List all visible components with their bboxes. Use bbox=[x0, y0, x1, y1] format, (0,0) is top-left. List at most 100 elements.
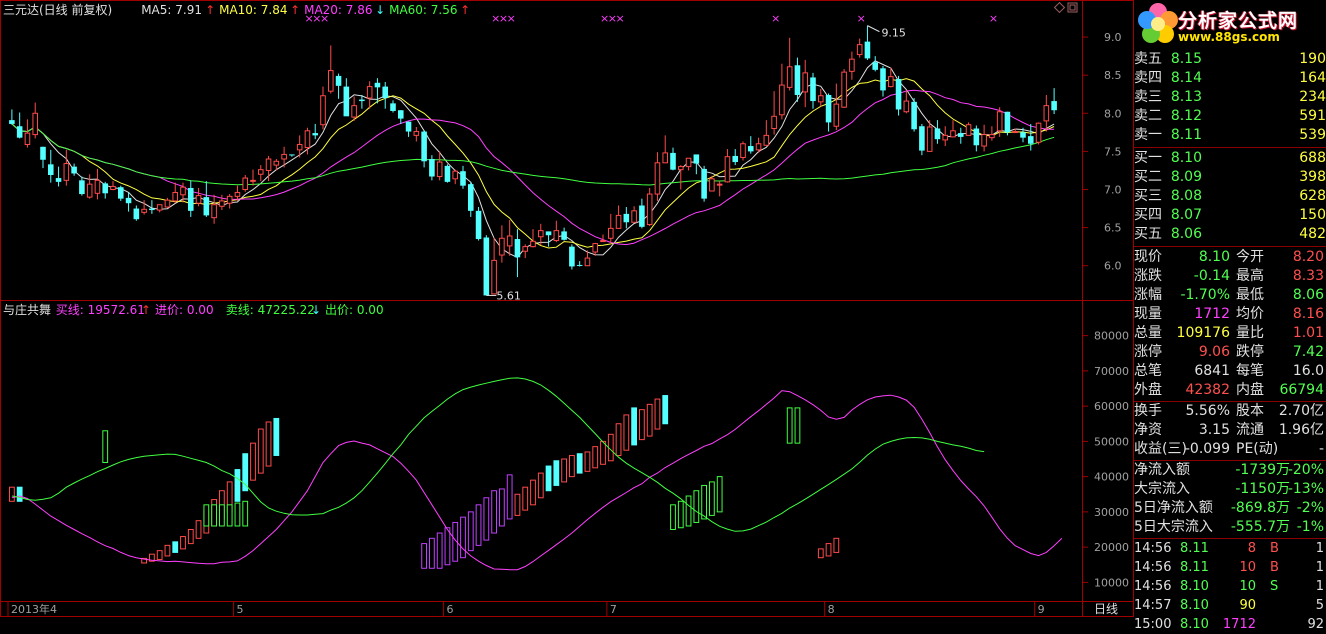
candle[interactable] bbox=[794, 57, 801, 102]
candle[interactable] bbox=[779, 63, 785, 120]
candle[interactable] bbox=[483, 235, 490, 296]
chart-canvas[interactable]: 9.0 8.5 8.0 7.5 7.0 6.5 6.0 80000 70000 60000 5000… bbox=[0, 0, 1134, 617]
candle[interactable] bbox=[312, 123, 319, 140]
candle[interactable] bbox=[864, 25, 871, 60]
candle[interactable] bbox=[71, 163, 77, 176]
candle[interactable] bbox=[242, 175, 249, 192]
candle[interactable] bbox=[397, 110, 404, 124]
candle[interactable] bbox=[195, 187, 202, 207]
candle[interactable] bbox=[9, 109, 15, 125]
candle[interactable] bbox=[211, 194, 217, 224]
candle[interactable] bbox=[343, 78, 350, 117]
candle[interactable] bbox=[250, 169, 256, 186]
candle[interactable] bbox=[436, 151, 443, 181]
candle[interactable] bbox=[639, 198, 645, 229]
candle[interactable] bbox=[55, 166, 62, 187]
candle[interactable] bbox=[117, 185, 124, 201]
candle[interactable] bbox=[817, 88, 824, 107]
candle[interactable] bbox=[421, 130, 427, 168]
candle[interactable] bbox=[320, 86, 326, 130]
candle[interactable] bbox=[965, 122, 972, 136]
candle[interactable] bbox=[957, 127, 964, 144]
candle[interactable] bbox=[219, 194, 225, 211]
candle[interactable] bbox=[203, 181, 210, 217]
candle[interactable] bbox=[187, 180, 194, 217]
diamond-icon[interactable] bbox=[1053, 1, 1066, 14]
candle[interactable] bbox=[701, 165, 707, 202]
candle[interactable] bbox=[740, 141, 746, 161]
candle[interactable] bbox=[950, 120, 956, 138]
candle[interactable] bbox=[911, 98, 917, 132]
candle[interactable] bbox=[382, 82, 389, 109]
candle[interactable] bbox=[522, 244, 529, 259]
candle[interactable] bbox=[771, 91, 777, 135]
candle[interactable] bbox=[390, 100, 396, 113]
candle[interactable] bbox=[429, 155, 435, 181]
candle[interactable] bbox=[880, 66, 886, 97]
candle[interactable] bbox=[841, 69, 847, 108]
candle[interactable] bbox=[942, 126, 949, 147]
candle[interactable] bbox=[156, 204, 163, 213]
candle[interactable] bbox=[32, 102, 39, 139]
candle[interactable] bbox=[226, 194, 233, 209]
candle[interactable] bbox=[553, 220, 560, 243]
candle[interactable] bbox=[125, 192, 132, 212]
candle[interactable] bbox=[989, 126, 995, 141]
candle[interactable] bbox=[257, 165, 264, 182]
candle[interactable] bbox=[63, 149, 70, 186]
candle[interactable] bbox=[872, 56, 879, 72]
candle[interactable] bbox=[810, 72, 816, 109]
candle[interactable] bbox=[607, 213, 614, 243]
candle[interactable] bbox=[685, 157, 692, 171]
candle[interactable] bbox=[366, 81, 373, 109]
candle[interactable] bbox=[763, 120, 770, 146]
candle[interactable] bbox=[786, 37, 793, 91]
candle[interactable] bbox=[94, 168, 101, 200]
candle[interactable] bbox=[895, 75, 902, 116]
candle[interactable] bbox=[724, 149, 731, 183]
candle[interactable] bbox=[444, 164, 451, 183]
candle[interactable] bbox=[351, 96, 357, 121]
candle[interactable] bbox=[677, 165, 684, 190]
candle[interactable] bbox=[747, 136, 754, 154]
candle[interactable] bbox=[631, 206, 637, 223]
candle[interactable] bbox=[670, 147, 676, 171]
candle[interactable] bbox=[600, 234, 606, 243]
candle[interactable] bbox=[499, 225, 505, 263]
candle[interactable] bbox=[1027, 123, 1034, 151]
candle[interactable] bbox=[102, 181, 109, 199]
candle[interactable] bbox=[491, 237, 497, 295]
candle[interactable] bbox=[460, 165, 466, 189]
candle[interactable] bbox=[856, 38, 863, 58]
candle[interactable] bbox=[405, 121, 412, 137]
candle[interactable] bbox=[934, 120, 941, 144]
candle[interactable] bbox=[903, 90, 910, 114]
candle[interactable] bbox=[40, 146, 46, 169]
candle[interactable] bbox=[1004, 111, 1011, 136]
candle[interactable] bbox=[654, 152, 661, 201]
candle[interactable] bbox=[327, 45, 334, 94]
candle[interactable] bbox=[24, 119, 31, 148]
candle[interactable] bbox=[825, 93, 832, 132]
candle[interactable] bbox=[849, 51, 855, 80]
candle[interactable] bbox=[467, 181, 474, 217]
candle[interactable] bbox=[86, 174, 93, 199]
candlesticks[interactable] bbox=[9, 25, 1057, 296]
candle[interactable] bbox=[1035, 122, 1042, 145]
candle[interactable] bbox=[802, 59, 809, 108]
candle[interactable] bbox=[1051, 88, 1057, 115]
candle[interactable] bbox=[981, 124, 987, 152]
candle[interactable] bbox=[289, 154, 295, 157]
candle[interactable] bbox=[545, 231, 552, 247]
candle[interactable] bbox=[47, 149, 54, 183]
candle[interactable] bbox=[1043, 94, 1050, 132]
candle[interactable] bbox=[530, 229, 536, 248]
candle[interactable] bbox=[452, 169, 459, 185]
candle[interactable] bbox=[732, 149, 739, 166]
candle[interactable] bbox=[16, 112, 23, 139]
candle[interactable] bbox=[623, 207, 630, 229]
candle[interactable] bbox=[973, 125, 980, 152]
candle[interactable] bbox=[413, 126, 420, 142]
candle[interactable] bbox=[172, 182, 179, 204]
candle[interactable] bbox=[576, 261, 583, 267]
